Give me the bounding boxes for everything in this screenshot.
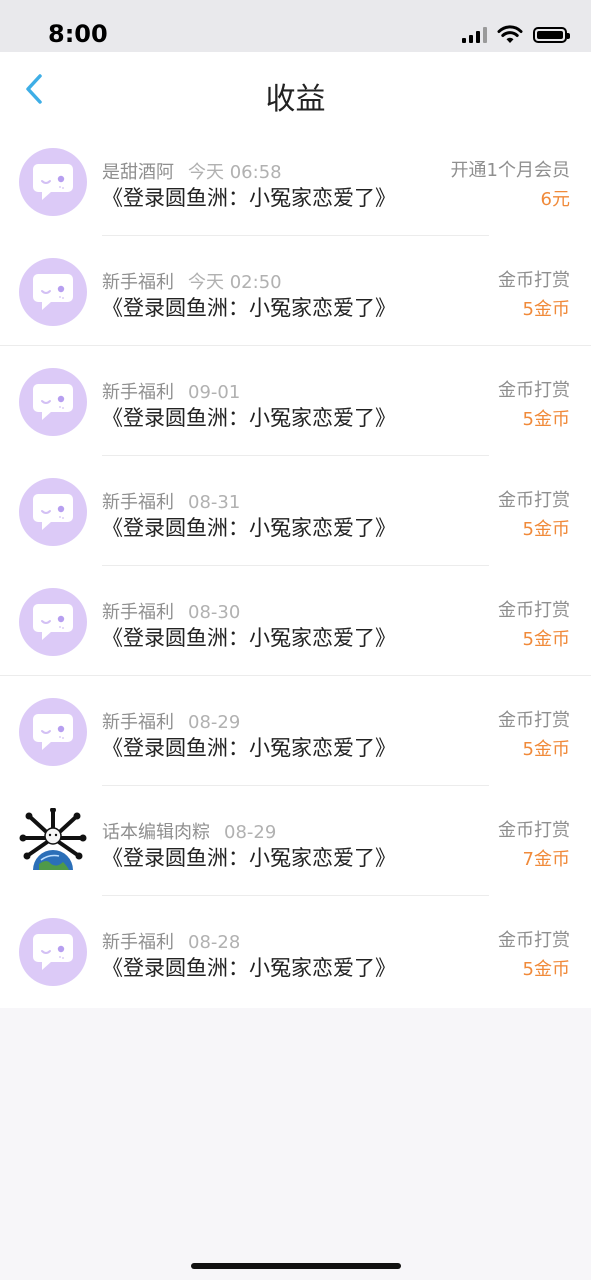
row-date: 08-28 bbox=[188, 932, 241, 953]
earning-amount: 5金币 bbox=[522, 629, 570, 650]
row-date: 08-29 bbox=[224, 822, 277, 843]
avatar bbox=[19, 588, 87, 656]
sender-name: 新手福利 bbox=[102, 272, 174, 293]
row-date: 09-01 bbox=[188, 382, 241, 403]
row-meta: 新手福利 08-28 bbox=[102, 928, 240, 954]
default-avatar-icon bbox=[33, 164, 73, 200]
book-title: 《登录圆鱼洲：小冤家恋爱了》 bbox=[102, 626, 396, 650]
avatar bbox=[19, 258, 87, 326]
status-time: 8:00 bbox=[48, 20, 108, 48]
avatar bbox=[19, 808, 87, 876]
avatar bbox=[19, 698, 87, 766]
earning-row[interactable]: 新手福利 今天 02:50 《登录圆鱼洲：小冤家恋爱了》 金币打赏 5金币 bbox=[0, 236, 591, 346]
earning-row[interactable]: 是甜酒阿 今天 06:58 《登录圆鱼洲：小冤家恋爱了》 开通1个月会员 6元 bbox=[0, 126, 591, 236]
earning-type: 金币打赏 bbox=[498, 380, 570, 401]
sender-name: 是甜酒阿 bbox=[102, 162, 174, 183]
earning-type: 金币打赏 bbox=[498, 820, 570, 841]
row-meta: 新手福利 09-01 bbox=[102, 378, 240, 404]
home-indicator[interactable] bbox=[191, 1263, 401, 1269]
avatar bbox=[19, 478, 87, 546]
earning-type: 金币打赏 bbox=[498, 710, 570, 731]
wifi-icon bbox=[497, 25, 523, 43]
earning-amount: 5金币 bbox=[522, 409, 570, 430]
book-title: 《登录圆鱼洲：小冤家恋爱了》 bbox=[102, 736, 396, 760]
sender-name: 话本编辑肉粽 bbox=[102, 822, 210, 843]
row-date: 08-30 bbox=[188, 602, 241, 623]
status-bar: 8:00 bbox=[0, 0, 591, 52]
default-avatar-icon bbox=[33, 494, 73, 530]
sender-name: 新手福利 bbox=[102, 602, 174, 623]
nav-bar: 收益 bbox=[0, 52, 591, 126]
earning-row[interactable]: 话本编辑肉粽 08-29 《登录圆鱼洲：小冤家恋爱了》 金币打赏 7金币 bbox=[0, 786, 591, 896]
earning-type: 金币打赏 bbox=[498, 600, 570, 621]
default-avatar-icon bbox=[33, 274, 73, 310]
signal-icon bbox=[462, 27, 487, 43]
row-date: 08-29 bbox=[188, 712, 241, 733]
earning-amount: 5金币 bbox=[522, 739, 570, 760]
earning-row[interactable]: 新手福利 08-29 《登录圆鱼洲：小冤家恋爱了》 金币打赏 5金币 bbox=[0, 676, 591, 786]
earning-type: 开通1个月会员 bbox=[450, 160, 570, 181]
status-icons bbox=[462, 24, 570, 46]
earning-amount: 5金币 bbox=[522, 519, 570, 540]
row-meta: 新手福利 08-31 bbox=[102, 488, 240, 514]
book-title: 《登录圆鱼洲：小冤家恋爱了》 bbox=[102, 956, 396, 980]
earning-type: 金币打赏 bbox=[498, 490, 570, 511]
earning-row[interactable]: 新手福利 08-28 《登录圆鱼洲：小冤家恋爱了》 金币打赏 5金币 bbox=[0, 896, 591, 1006]
book-title: 《登录圆鱼洲：小冤家恋爱了》 bbox=[102, 406, 396, 430]
default-avatar-icon bbox=[33, 604, 73, 640]
sender-name: 新手福利 bbox=[102, 932, 174, 953]
default-avatar-icon bbox=[33, 714, 73, 750]
book-title: 《登录圆鱼洲：小冤家恋爱了》 bbox=[102, 186, 396, 210]
sender-name: 新手福利 bbox=[102, 712, 174, 733]
row-meta: 新手福利 08-29 bbox=[102, 708, 240, 734]
row-meta: 话本编辑肉粽 08-29 bbox=[102, 818, 276, 844]
book-title: 《登录圆鱼洲：小冤家恋爱了》 bbox=[102, 296, 396, 320]
battery-icon bbox=[533, 27, 570, 43]
row-date: 08-31 bbox=[188, 492, 241, 513]
book-title: 《登录圆鱼洲：小冤家恋爱了》 bbox=[102, 516, 396, 540]
earning-amount: 5金币 bbox=[522, 959, 570, 980]
earning-row[interactable]: 新手福利 08-30 《登录圆鱼洲：小冤家恋爱了》 金币打赏 5金币 bbox=[0, 566, 591, 676]
earning-amount: 7金币 bbox=[522, 849, 570, 870]
row-meta: 新手福利 08-30 bbox=[102, 598, 240, 624]
earning-type: 金币打赏 bbox=[498, 270, 570, 291]
earning-row[interactable]: 新手福利 08-31 《登录圆鱼洲：小冤家恋爱了》 金币打赏 5金币 bbox=[0, 456, 591, 566]
row-meta: 是甜酒阿 今天 06:58 bbox=[102, 158, 282, 184]
sender-name: 新手福利 bbox=[102, 382, 174, 403]
sender-name: 新手福利 bbox=[102, 492, 174, 513]
avatar bbox=[19, 148, 87, 216]
avatar bbox=[19, 368, 87, 436]
earning-row[interactable]: 新手福利 09-01 《登录圆鱼洲：小冤家恋爱了》 金币打赏 5金币 bbox=[0, 346, 591, 456]
row-date: 今天 06:58 bbox=[188, 162, 282, 183]
row-date: 今天 02:50 bbox=[188, 272, 282, 293]
row-meta: 新手福利 今天 02:50 bbox=[102, 268, 282, 294]
earnings-list: 是甜酒阿 今天 06:58 《登录圆鱼洲：小冤家恋爱了》 开通1个月会员 6元 新… bbox=[0, 126, 591, 1008]
earning-amount: 5金币 bbox=[522, 299, 570, 320]
default-avatar-icon bbox=[33, 934, 73, 970]
page-title: 收益 bbox=[265, 82, 326, 117]
avatar bbox=[19, 918, 87, 986]
earning-amount: 6元 bbox=[540, 189, 570, 210]
earning-type: 金币打赏 bbox=[498, 930, 570, 951]
default-avatar-icon bbox=[33, 384, 73, 420]
book-title: 《登录圆鱼洲：小冤家恋爱了》 bbox=[102, 846, 396, 870]
globe-avatar-icon bbox=[19, 808, 87, 870]
